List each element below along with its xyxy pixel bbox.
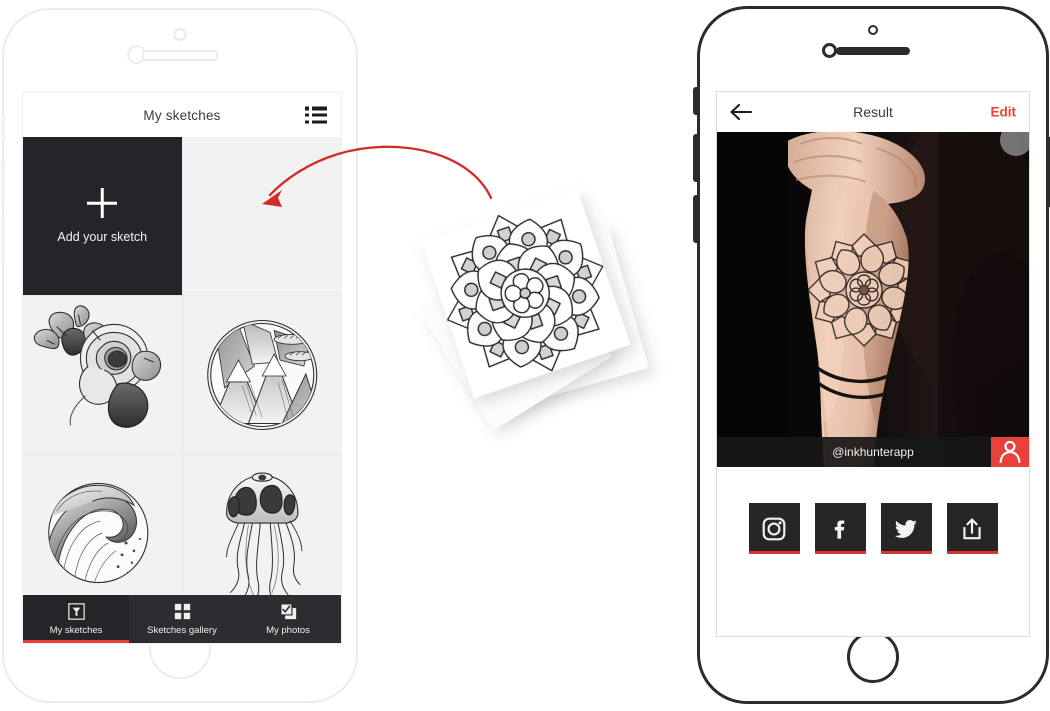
share-facebook-button[interactable]: [814, 503, 866, 554]
person-icon-button[interactable]: [991, 437, 1029, 467]
bottom-navigation-bar: My sketches Sketches gallery My photos: [23, 595, 341, 643]
right-phone-screen: Result Edit @inkhunterapp: [716, 91, 1030, 637]
front-camera-icon: [822, 43, 837, 58]
sidebar-item-my-photos[interactable]: My photos: [235, 595, 341, 643]
add-your-sketch-tile[interactable]: Add your sketch: [23, 137, 182, 295]
sketch-wave[interactable]: [23, 455, 182, 613]
page-title: My sketches: [143, 107, 221, 123]
my-sketches-header: My sketches: [23, 93, 341, 137]
share-buttons-row: [717, 467, 1029, 554]
edit-button[interactable]: Edit: [991, 105, 1017, 120]
twitter-icon: [894, 519, 917, 538]
volume-down-button[interactable]: [1, 218, 5, 262]
watermark-text: @inkhunterapp: [832, 445, 914, 459]
right-phone-frame: Result Edit @inkhunterapp: [693, 6, 1050, 704]
volume-down-button[interactable]: [693, 195, 698, 243]
facebook-icon: [834, 520, 845, 539]
sketch-jellyfish[interactable]: [182, 455, 341, 613]
front-sensor-icon: [868, 25, 878, 35]
sidebar-item-sketches-gallery[interactable]: Sketches gallery: [129, 595, 235, 643]
sidebar-item-my-sketches[interactable]: My sketches: [23, 595, 129, 643]
earpiece-speaker: [836, 47, 910, 55]
nav-label-sketches-gallery: Sketches gallery: [147, 624, 217, 636]
nav-label-my-sketches: My sketches: [49, 624, 103, 636]
back-arrow-icon[interactable]: [729, 102, 753, 122]
share-upload-icon: [963, 517, 981, 539]
add-sketch-label: Add your sketch: [57, 230, 148, 244]
volume-up-button[interactable]: [1, 160, 5, 204]
list-icon[interactable]: [305, 106, 327, 124]
scene: My sketches Add your sketch My sketches …: [0, 0, 1050, 711]
share-twitter-button[interactable]: [880, 503, 932, 554]
tattoo-preview-photo[interactable]: @inkhunterapp: [717, 132, 1029, 467]
mute-switch[interactable]: [693, 87, 698, 115]
mute-switch[interactable]: [1, 115, 5, 141]
sketch-mountains[interactable]: [182, 296, 341, 454]
instagram-icon: [762, 517, 786, 540]
checked-photos-icon: [279, 602, 297, 620]
nav-label-my-photos: My photos: [266, 624, 310, 636]
left-phone-frame: My sketches Add your sketch My sketches …: [1, 8, 358, 703]
home-button[interactable]: [847, 631, 899, 683]
share-more-button[interactable]: [946, 503, 998, 554]
pen-nib-square-icon: [67, 602, 85, 620]
plus-icon: [87, 188, 117, 218]
curved-red-arrow: [248, 138, 508, 253]
earpiece-speaker: [142, 50, 218, 61]
volume-up-button[interactable]: [693, 134, 698, 182]
share-instagram-button[interactable]: [748, 503, 800, 554]
front-sensor-icon: [173, 28, 187, 41]
grid-squares-icon: [174, 603, 191, 620]
page-title: Result: [853, 104, 893, 120]
sketch-rose[interactable]: [23, 296, 182, 454]
result-header: Result Edit: [717, 92, 1029, 132]
watermark-bar: @inkhunterapp: [717, 437, 1029, 467]
